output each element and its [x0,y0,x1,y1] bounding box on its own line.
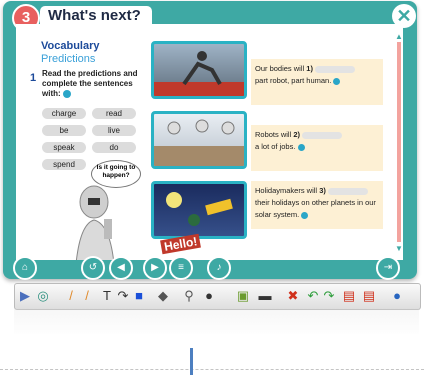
photo-runner [151,41,247,99]
sentence-text: Robots will [255,130,292,139]
lasso-icon[interactable]: ◎ [35,288,51,304]
next-icon[interactable]: ▶ [143,256,167,280]
sentence-text: part robot, part human. [255,76,332,85]
eraser-icon[interactable]: ◆ [155,288,171,304]
word-chip[interactable]: live [92,125,136,136]
pen-icon[interactable]: / [63,288,79,304]
page-icon[interactable]: ▣ [235,288,251,304]
sentence-number: 2) [293,130,301,139]
sentence-text: a lot of jobs. [255,142,296,151]
expand-icon[interactable]: ▶ [17,288,33,304]
word-chip[interactable]: speak [42,142,86,153]
robots-image [154,119,244,166]
photo-robots [151,111,247,169]
zoom-icon[interactable]: ⚲ [181,288,197,304]
list-icon[interactable]: ≡ [169,256,193,280]
word-chip[interactable]: read [92,108,136,119]
square-icon[interactable]: ■ [131,288,147,304]
scroll-up-icon[interactable]: ▲ [395,32,403,41]
photo-moon [151,181,247,239]
prev-icon[interactable]: ◀ [109,256,133,280]
sentence-number: 1) [306,64,313,73]
toolbar-reflection [14,309,419,334]
sentence-box: Holidaymakers will 3) their holidays on … [251,181,383,229]
audio-icon[interactable] [333,77,341,85]
delete-icon[interactable]: ✖ [285,288,301,304]
sentence-text: Holidaymakers will [255,186,318,195]
audio-icon[interactable] [301,211,309,219]
curve-icon[interactable]: ↷ [115,288,131,304]
word-chip[interactable]: be [42,125,86,136]
page-title: What's next? [40,6,152,26]
content-area: Vocabulary Predictions 1 Read the predic… [16,24,403,260]
redo-icon[interactable]: ↷ [321,288,337,304]
globe-icon[interactable]: ● [389,288,405,304]
text-cursor [190,348,193,375]
sentence-text: their holidays on other planets in our s… [255,198,376,219]
divider [0,369,424,370]
scrollbar[interactable]: ▲ ▼ [395,32,403,254]
sentence-box: Robots will 2) a lot of jobs. [251,125,383,171]
answer-input[interactable] [327,187,368,195]
section-subheading: Predictions [41,53,96,65]
exit-icon[interactable]: ⇥ [376,256,400,280]
instruction: Read the predictions and complete the se… [42,69,152,99]
instruction-text: Read the predictions and complete the se… [42,69,138,98]
text-icon[interactable]: T [99,288,115,304]
save-icon[interactable]: ▤ [341,288,357,304]
word-chip[interactable]: spend [42,159,86,170]
word-chip[interactable]: do [92,142,136,153]
home-icon[interactable]: ⌂ [13,256,37,280]
runner-image [154,51,244,96]
lesson-window: 3 What's next? ✕ Vocabulary Predictions … [3,1,417,280]
line-icon[interactable]: ▬ [257,288,273,304]
undo-icon[interactable]: ↶ [305,288,321,304]
spotlight-icon[interactable]: ● [201,288,217,304]
print-icon[interactable]: ▤ [361,288,377,304]
step-number: 1 [30,72,37,84]
back-icon[interactable]: ↺ [81,256,105,280]
audio-icon[interactable] [62,89,71,98]
audio-icon[interactable] [297,143,305,151]
robot-image [75,185,115,260]
scroll-down-icon[interactable]: ▼ [395,244,403,253]
section-heading: Vocabulary [41,40,100,52]
marker-icon[interactable]: / [79,288,95,304]
sentence-number: 3) [319,186,326,195]
sentence-box: Our bodies will 1) part robot, part huma… [251,59,383,105]
answer-input[interactable] [302,131,343,139]
audio-icon[interactable]: ♪ [207,256,231,280]
moon-image [166,192,233,226]
answer-input[interactable] [315,65,356,73]
toolbar: ▶ ◎ / / T ↷ ■ ◆ ⚲ ● ▣ ▬ ✖ ↶ ↷ ▤ ▤ ● [14,283,421,310]
word-chip[interactable]: charge [42,108,86,119]
sentence-text: Our bodies will [255,64,305,73]
scroll-track[interactable] [397,42,401,242]
